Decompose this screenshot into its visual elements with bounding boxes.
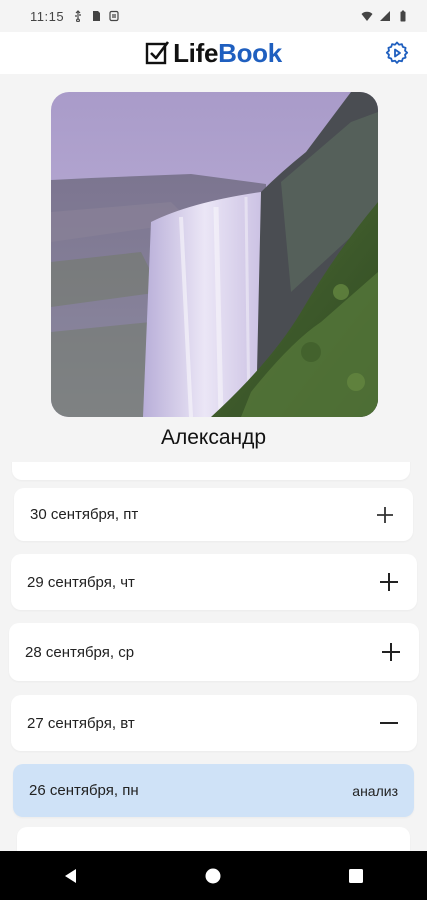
minus-icon xyxy=(380,722,398,724)
back-button[interactable] xyxy=(51,856,91,896)
analysis-link[interactable]: анализ xyxy=(352,783,398,799)
checkbox-logo-icon xyxy=(145,41,170,65)
day-label: 29 сентября, чт xyxy=(27,573,135,591)
day-card[interactable]: 28 сентября, ср xyxy=(9,623,419,681)
day-list[interactable]: 30 сентября, пт 29 сентября, чт 28 сентя… xyxy=(0,462,427,851)
day-card[interactable]: 30 сентября, пт xyxy=(14,488,413,541)
expand-day-button[interactable] xyxy=(377,570,401,594)
day-card[interactable]: 27 сентября, вт xyxy=(11,695,417,751)
settings-button[interactable] xyxy=(383,39,411,67)
usb-icon xyxy=(75,10,82,22)
recents-button[interactable] xyxy=(336,856,376,896)
day-card-selected[interactable]: 26 сентября, пн анализ xyxy=(13,764,414,817)
app-bar: LifeBook xyxy=(0,32,427,74)
plus-icon xyxy=(380,573,398,591)
day-card[interactable]: 29 сентября, чт xyxy=(11,554,417,610)
status-time: 11:15 xyxy=(30,8,65,24)
app-logo: LifeBook xyxy=(145,38,282,69)
recents-icon xyxy=(348,868,363,883)
status-right-icons xyxy=(361,10,409,22)
signal-icon xyxy=(380,11,390,21)
status-bar: 11:15 xyxy=(0,0,427,32)
back-icon xyxy=(65,868,77,883)
wifi-icon xyxy=(361,11,373,21)
status-left-icons xyxy=(72,10,120,22)
logo-text-life: Life xyxy=(173,37,219,68)
plus-icon xyxy=(382,643,400,661)
home-icon xyxy=(205,868,221,883)
day-label: 27 сентября, вт xyxy=(27,714,135,732)
battery-icon xyxy=(400,10,406,22)
storage-icon xyxy=(109,10,119,22)
system-nav-bar xyxy=(0,851,427,900)
profile-photo[interactable] xyxy=(51,92,378,417)
logo-text-book: Book xyxy=(218,37,282,68)
day-label: 28 сентября, ср xyxy=(25,643,135,661)
plus-icon xyxy=(377,506,393,523)
collapse-day-button[interactable] xyxy=(377,711,401,735)
expand-day-button[interactable] xyxy=(379,640,403,664)
waterfall-photo xyxy=(51,92,378,417)
day-card-partial[interactable] xyxy=(17,827,410,851)
sd-card-icon xyxy=(93,11,101,21)
profile-name: Александр xyxy=(160,426,267,449)
expand-day-button[interactable] xyxy=(373,503,397,527)
home-button[interactable] xyxy=(193,856,233,896)
logo-text: LifeBook xyxy=(173,38,282,69)
settings-icon xyxy=(385,41,409,64)
day-card-partial[interactable] xyxy=(12,462,410,480)
day-label: 26 сентября, пн xyxy=(29,782,139,799)
day-label: 30 сентября, пт xyxy=(30,506,139,523)
